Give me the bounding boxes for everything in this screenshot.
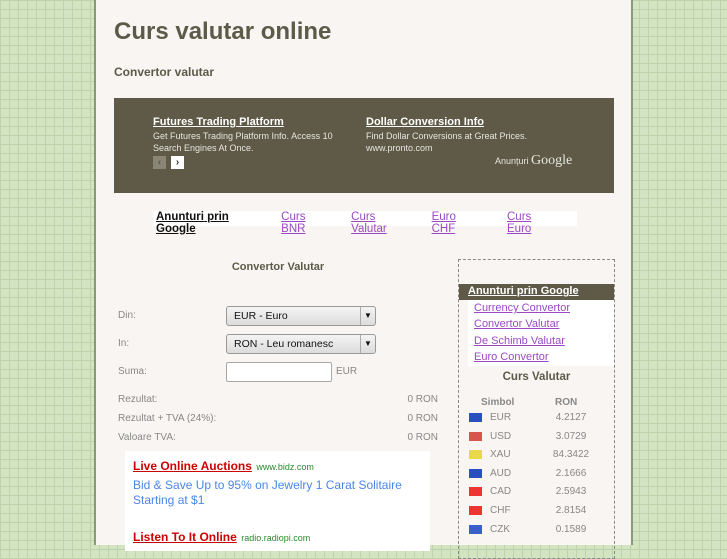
amount-label: Suma:: [118, 366, 147, 377]
rate-symbol: CZK: [490, 523, 510, 535]
from-currency-select[interactable]: EUR - Euro ▼: [226, 306, 376, 326]
flag-icon: [469, 431, 482, 441]
rate-row: AUD 2.1666: [469, 468, 609, 482]
sidebar-link[interactable]: Euro Convertor: [474, 351, 614, 367]
page-subtitle: Convertor valutar: [114, 65, 215, 79]
text-ads: Live Online Auctions www.bidz.com Bid & …: [125, 451, 430, 551]
flag-icon: [469, 450, 482, 460]
ad-domain[interactable]: radio.radiopi.com: [241, 533, 310, 543]
prev-ad-button[interactable]: ‹: [153, 156, 166, 169]
rate-row: XAU 84.3422: [469, 449, 609, 463]
page-content: Curs valutar online Convertor valutar Fu…: [94, 0, 633, 559]
ad-description: Bid & Save Up to 95% on Jewelry 1 Carat …: [133, 478, 402, 507]
rate-row: CZK 0.1589: [469, 524, 609, 538]
ad-description: Get Futures Trading Platform Info. Acces…: [153, 131, 333, 153]
sidebar-ads-label[interactable]: Anunturi prin Google: [459, 284, 614, 300]
rate-row: CAD 2.5943: [469, 486, 609, 500]
rate-value: 3.0729: [555, 430, 587, 442]
rate-value: 2.8154: [555, 505, 587, 516]
ad-domain[interactable]: www.bidz.com: [256, 462, 314, 472]
link-curs-euro[interactable]: Curs Euro: [507, 211, 555, 235]
to-label: In:: [118, 338, 130, 349]
from-label: Din:: [118, 310, 136, 321]
converter-form: Convertor Valutar Din: EUR - Euro ▼ In: R…: [118, 255, 438, 445]
rate-symbol: CAD: [490, 486, 512, 498]
sidebar: Anunturi prin Google Currency Convertor …: [458, 259, 615, 559]
ad-description: Find Dollar Conversions at Great Prices.: [366, 131, 528, 141]
chevron-down-icon: ▼: [360, 335, 375, 353]
flag-icon: [469, 487, 482, 497]
amount-input[interactable]: [226, 362, 332, 382]
rate-symbol: EUR: [490, 412, 512, 423]
result-label: Rezultat:: [118, 394, 158, 405]
col-ron: RON: [555, 397, 578, 408]
ad-link[interactable]: Dollar Conversion Info: [366, 116, 556, 128]
result-vat-label: Rezultat + TVA (24%):: [118, 413, 217, 424]
top-ad-banner: Futures Trading Platform Get Futures Tra…: [114, 98, 614, 193]
link-euro-chf[interactable]: Euro CHF: [432, 211, 479, 235]
rates-title: Curs Valutar: [502, 371, 571, 383]
google-logo: Google: [531, 153, 573, 168]
ad-title-link[interactable]: Live Online Auctions: [133, 459, 252, 473]
link-curs-bnr[interactable]: Curs BNR: [281, 211, 329, 235]
page-title: Curs valutar online: [114, 18, 332, 45]
rate-symbol: AUD: [490, 467, 512, 479]
rate-value: 4.2127: [555, 412, 587, 423]
result-vat-value: 0 RON: [407, 413, 438, 424]
flag-icon: [469, 506, 482, 515]
sidebar-link[interactable]: Convertor Valutar: [474, 318, 614, 334]
rate-value: 2.1666: [555, 467, 587, 479]
rate-symbol: USD: [490, 430, 512, 442]
rate-row: EUR 4.2127: [469, 412, 609, 426]
next-ad-button[interactable]: ›: [171, 156, 184, 169]
rate-row: USD 3.0729: [469, 431, 609, 445]
link-curs-valutar[interactable]: Curs Valutar: [351, 211, 409, 235]
ads-by-google[interactable]: Anunțuri Google: [495, 153, 572, 169]
amount-unit: EUR: [336, 366, 358, 377]
rate-symbol: CHF: [490, 505, 511, 516]
rate-symbol: XAU: [490, 449, 511, 461]
rate-value: 0.1589: [555, 523, 587, 535]
link-bar: Anunturi prin Google Curs BNR Curs Valut…: [153, 211, 577, 235]
col-symbol: Simbol: [481, 397, 515, 408]
ads-prefix: Anunțuri: [495, 156, 529, 166]
rate-value: 84.3422: [552, 449, 590, 461]
from-value: EUR - Euro: [234, 310, 288, 322]
to-currency-select[interactable]: RON - Leu romanesc ▼: [226, 334, 376, 354]
flag-icon: [469, 413, 482, 422]
flag-icon: [469, 524, 482, 534]
sidebar-link[interactable]: Currency Convertor: [474, 302, 614, 318]
ad-link[interactable]: Futures Trading Platform: [153, 116, 353, 128]
flag-icon: [469, 468, 482, 478]
rate-row: CHF 2.8154: [469, 505, 609, 519]
ads-label[interactable]: Anunturi prin Google: [156, 211, 263, 235]
result-value: 0 RON: [407, 394, 438, 405]
sidebar-link[interactable]: De Schimb Valutar: [474, 335, 614, 351]
vat-value: 0 RON: [407, 432, 438, 443]
converter-title: Convertor Valutar: [231, 261, 325, 273]
vat-label: Valoare TVA:: [118, 432, 176, 443]
chevron-down-icon: ▼: [360, 307, 375, 325]
to-value: RON - Leu romanesc: [234, 338, 334, 350]
rate-value: 2.5943: [555, 486, 587, 498]
ad-title-link[interactable]: Listen To It Online: [133, 530, 237, 544]
